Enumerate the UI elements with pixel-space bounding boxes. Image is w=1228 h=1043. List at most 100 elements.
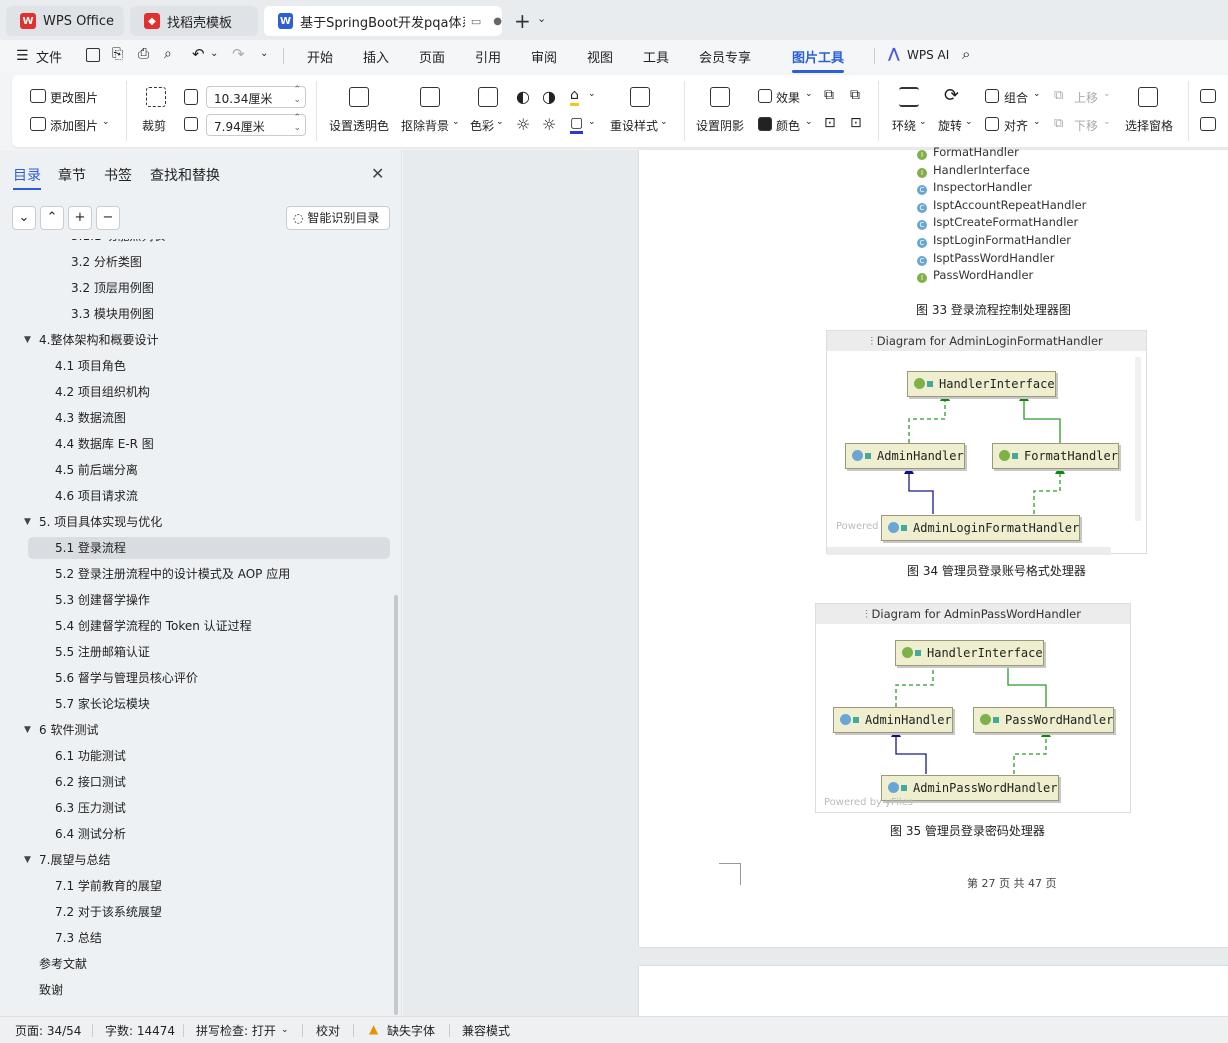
toc-item[interactable]: 3.2 顶层用例图 — [0, 277, 392, 299]
selection-pane-button[interactable]: 选择窗格 — [1125, 117, 1173, 134]
menu-view[interactable]: 视图 — [587, 47, 613, 66]
menu-home[interactable]: 开始 — [307, 47, 333, 66]
menu-insert[interactable]: 插入 — [363, 47, 389, 66]
compat-mode[interactable]: 兼容模式 — [462, 1022, 510, 1039]
send-backward-button[interactable]: 下移 — [1074, 117, 1098, 134]
rotate-icon[interactable]: ⟳ — [944, 85, 959, 106]
uml-diagram-admin-password[interactable]: ⫶ Diagram for AdminPassWordHandler Handl… — [815, 603, 1131, 813]
change-picture-button[interactable]: 更改图片 — [50, 89, 98, 106]
expand-caret-icon[interactable]: ▼ — [24, 719, 31, 741]
width-spinner[interactable]: 10.34厘米 — [206, 85, 306, 108]
effect-button[interactable]: 效果 — [776, 89, 800, 106]
toc-item[interactable]: 7.2 对于该系统展望 — [0, 901, 392, 923]
toc-item[interactable]: ▼ 6 软件测试 — [0, 719, 392, 741]
menu-tools[interactable]: 工具 — [643, 47, 669, 66]
menu-page[interactable]: 页面 — [419, 47, 445, 66]
toc-item[interactable]: ▼ 5. 项目具体实现与优化 — [0, 511, 392, 533]
undo-icon[interactable]: ↶ — [192, 45, 205, 63]
toc-item[interactable]: 4.6 项目请求流 — [0, 485, 392, 507]
set-transparent-button[interactable]: 设置透明色 — [329, 117, 389, 134]
color-button[interactable]: 色彩 — [470, 117, 494, 134]
wrap-dropdown-icon[interactable]: ⌄ — [919, 117, 927, 127]
remove-background-button[interactable]: 抠除背景 — [401, 117, 449, 134]
scrollbar[interactable] — [394, 595, 398, 1015]
toc-item[interactable]: 6.3 压力测试 — [0, 797, 392, 819]
fill-color-dropdown-icon[interactable]: ⌄ — [805, 117, 813, 127]
reset-style-button[interactable]: 重设样式 — [610, 117, 658, 134]
set-shadow-button[interactable]: 设置阴影 — [696, 117, 744, 134]
bring-forward-button[interactable]: 上移 — [1074, 89, 1098, 106]
hamburger-icon[interactable]: ☰ — [16, 48, 29, 64]
menu-review[interactable]: 审阅 — [531, 47, 557, 66]
new-tab-button[interactable]: + — [514, 9, 531, 33]
send-backward-dropdown-icon[interactable]: ⌄ — [1103, 117, 1111, 127]
menu-member[interactable]: 会员专享 — [699, 47, 751, 66]
collapse-all-button[interactable]: ⌄ — [12, 206, 36, 230]
more-dropdown-icon[interactable]: ⌄ — [260, 48, 268, 59]
rotate-button[interactable]: 旋转 — [938, 117, 962, 134]
spell-check-dropdown-icon[interactable]: ⌄ — [281, 1025, 289, 1035]
toc-item[interactable]: 5.1 登录流程 — [28, 537, 390, 559]
tab-wps-office[interactable]: W WPS Office — [6, 6, 124, 36]
menu-picture-tools[interactable]: 图片工具 — [792, 47, 845, 73]
toc-item[interactable]: 参考文献 — [0, 953, 392, 975]
toc-item[interactable]: 6.2 接口测试 — [0, 771, 392, 793]
toc-item[interactable]: 6.4 测试分析 — [0, 823, 392, 845]
bring-forward-dropdown-icon[interactable]: ⌄ — [1103, 89, 1111, 99]
remove-background-dropdown-icon[interactable]: ⌄ — [452, 117, 460, 127]
wps-ai-icon[interactable]: ⋀ — [888, 46, 900, 62]
reset-style-dropdown-icon[interactable]: ⌄ — [660, 117, 668, 127]
undo-dropdown-icon[interactable]: ⌄ — [210, 48, 218, 59]
brightness-up-icon[interactable]: ◐ — [516, 87, 530, 106]
fill-color-button[interactable]: 颜色 — [776, 117, 800, 134]
expand-caret-icon[interactable]: ▼ — [24, 329, 31, 351]
toc-item[interactable]: 6.1 功能测试 — [0, 745, 392, 767]
toc-item[interactable]: 7.1 学前教育的展望 — [0, 875, 392, 897]
toc-item[interactable]: 4.4 数据库 E-R 图 — [0, 433, 392, 455]
effect-dropdown-icon[interactable]: ⌄ — [805, 89, 813, 99]
menu-references[interactable]: 引用 — [475, 47, 501, 66]
toc-item[interactable]: 5.2 登录注册流程中的设计模式及 AOP 应用 — [0, 563, 392, 585]
more-tool-icon[interactable] — [1200, 89, 1216, 103]
compress-icon[interactable]: ⊡ — [824, 115, 836, 131]
picture-layout-icon[interactable]: ⊡ — [850, 115, 862, 131]
expand-up-button[interactable]: ⌃ — [40, 206, 64, 230]
toc-item[interactable]: 7.3 总结 — [0, 927, 392, 949]
tab-bookmarks[interactable]: 书签 — [104, 165, 132, 185]
close-pane-icon[interactable]: ✕ — [371, 164, 384, 183]
word-count[interactable]: 字数: 14474 — [105, 1022, 175, 1039]
toc-item[interactable]: 4.5 前后端分离 — [0, 459, 392, 481]
rotate-dropdown-icon[interactable]: ⌄ — [965, 117, 973, 127]
menu-wps-ai[interactable]: WPS AI — [907, 48, 949, 62]
print-preview-icon[interactable]: ⌕ — [164, 46, 172, 62]
tab-find-replace[interactable]: 查找和替换 — [150, 165, 220, 185]
page-count[interactable]: 页面: 34/54 — [15, 1022, 81, 1039]
crop-button[interactable]: 裁剪 — [142, 117, 166, 134]
proofread[interactable]: 校对 — [316, 1022, 340, 1039]
menu-file[interactable]: 文件 — [36, 47, 62, 66]
toc-item[interactable]: 4.1 项目角色 — [0, 355, 392, 377]
tab-document[interactable]: W 基于SpringBoot开发pqa体系 ▭ ● — [264, 6, 502, 36]
smart-toc-button[interactable]: ◌ 智能识别目录 — [286, 206, 390, 230]
toc-item[interactable]: 5.7 家长论坛模块 — [0, 693, 392, 715]
toc-item[interactable]: 4.2 项目组织机构 — [0, 381, 392, 403]
tab-toc[interactable]: 目录 — [13, 165, 41, 190]
more-tool-icon-2[interactable] — [1200, 117, 1216, 131]
redo-icon[interactable]: ↷ — [232, 45, 245, 63]
expand-caret-icon[interactable]: ▼ — [24, 511, 31, 533]
add-picture-button[interactable]: 添加图片 — [50, 117, 98, 134]
toc-item[interactable]: 3.2 分析类图 — [0, 251, 392, 273]
toc-item[interactable]: 5.5 注册邮箱认证 — [0, 641, 392, 663]
toc-item[interactable]: 5.3 创建督学操作 — [0, 589, 392, 611]
wrap-button[interactable]: 环绕 — [892, 117, 916, 134]
toc-item[interactable]: 3.3 模块用例图 — [0, 303, 392, 325]
add-heading-button[interactable]: + — [68, 206, 92, 230]
group-dropdown-icon[interactable]: ⌄ — [1033, 89, 1041, 99]
group-button[interactable]: 组合 — [1004, 89, 1028, 106]
print-icon[interactable]: ⎙ — [138, 46, 149, 62]
height-spinner[interactable]: 7.94厘米 — [206, 113, 306, 136]
toc-item[interactable]: ▼ 7.展望与总结 — [0, 849, 392, 871]
brightness-down-icon[interactable]: ◑ — [542, 87, 556, 106]
contrast-up-icon[interactable]: ☼ — [516, 115, 530, 134]
toc-item[interactable]: ▼ 4.整体架构和概要设计 — [0, 329, 392, 351]
